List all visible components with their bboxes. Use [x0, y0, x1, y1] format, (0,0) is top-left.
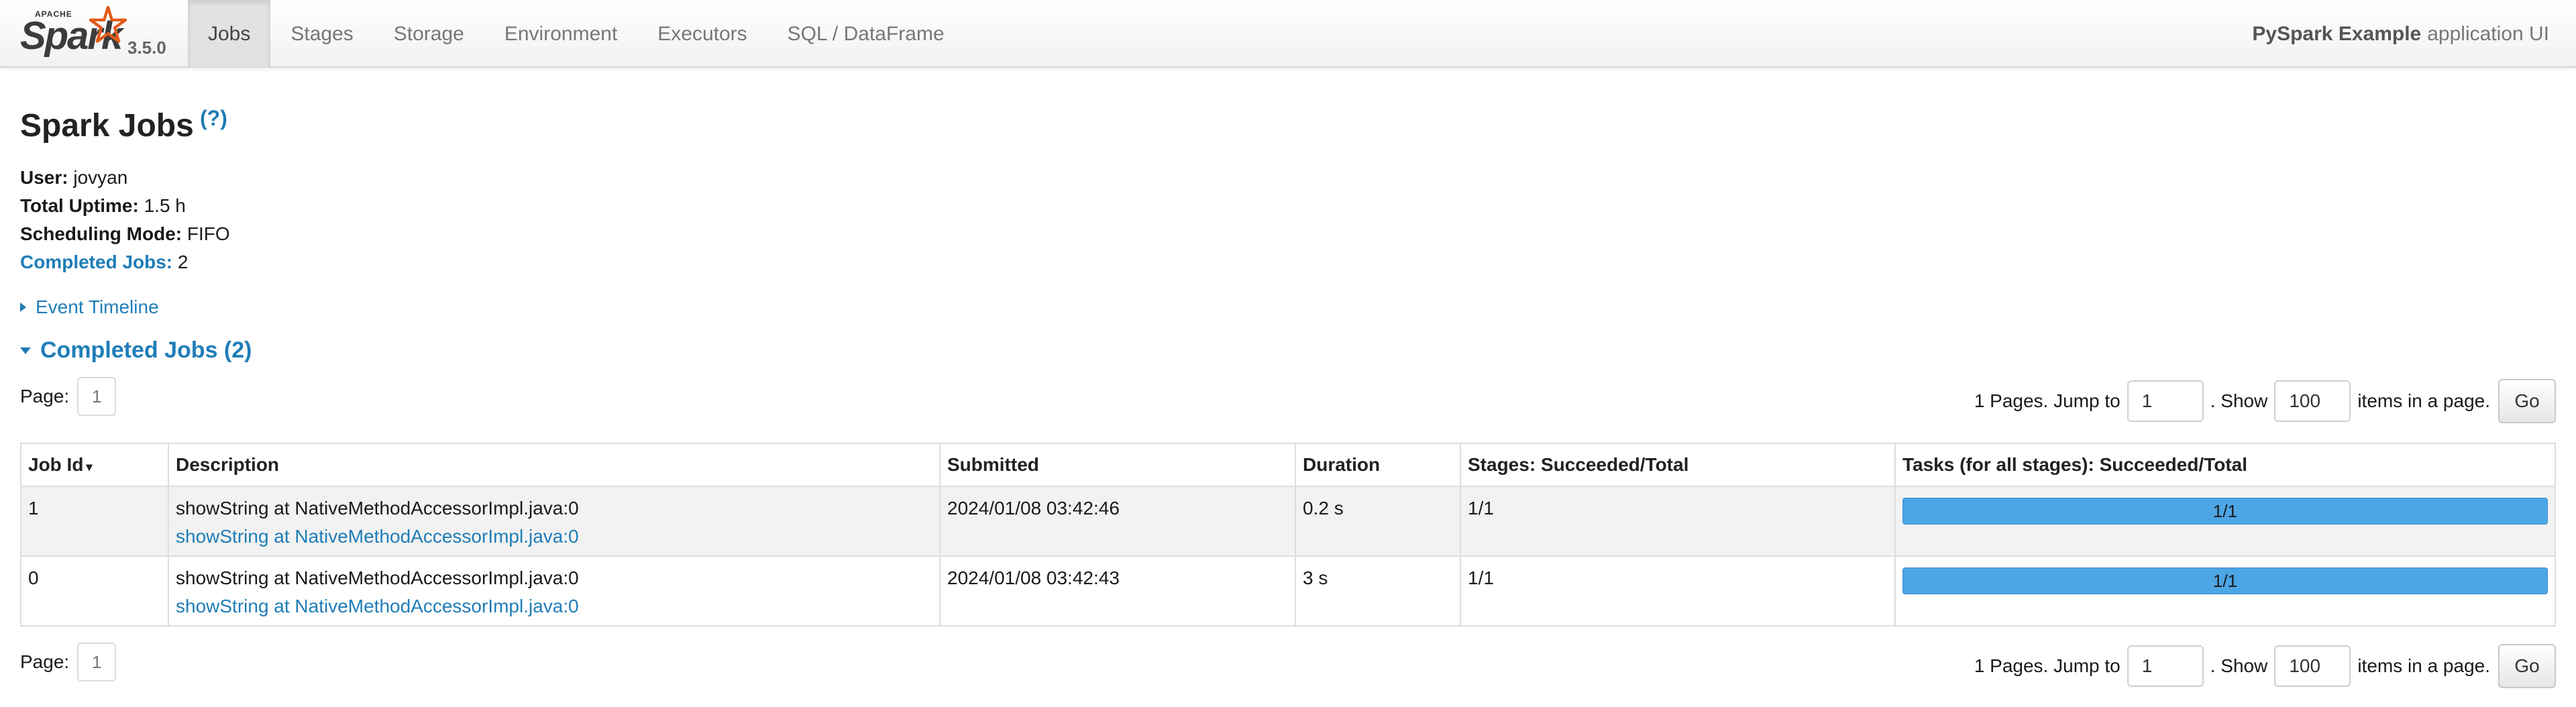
table-row: 0 showString at NativeMethodAccessorImpl… [20, 555, 2556, 627]
duration-cell: 0.2 s [1295, 486, 1461, 557]
scheduling-mode-value: FIFO [186, 223, 230, 244]
page-size-input[interactable]: 100 [2274, 645, 2351, 687]
tab-environment[interactable]: Environment [484, 0, 637, 68]
submitted-cell: 2024/01/08 03:42:43 [939, 555, 1296, 627]
tab-sql-dataframe[interactable]: SQL / DataFrame [767, 0, 965, 68]
page-number-button[interactable]: 1 [77, 377, 117, 416]
application-title: PySpark Example application UI [2252, 0, 2549, 68]
jobs-summary: User: jovyan Total Uptime: 1.5 h Schedul… [20, 164, 230, 276]
jump-to-page-input[interactable]: 1 [2127, 380, 2204, 422]
page-jump-top: 1 Pages. Jump to 1 . Show 100 items in a… [1974, 379, 2556, 423]
tab-executors[interactable]: Executors [637, 0, 767, 68]
column-tasks[interactable]: Tasks (for all stages): Succeeded/Total [1894, 443, 2556, 487]
job-id-header-label: Job Id [28, 454, 84, 475]
spark-star-icon [89, 5, 127, 43]
summary-uptime: Total Uptime: 1.5 h [20, 192, 230, 220]
page-number-button[interactable]: 1 [77, 643, 117, 682]
pages-jump-text: 1 Pages. Jump to [1974, 655, 2121, 676]
main-nav: Jobs Stages Storage Environment Executor… [188, 0, 965, 68]
uptime-label: Total Uptime: [20, 195, 139, 216]
duration-cell: 3 s [1295, 555, 1461, 627]
column-duration[interactable]: Duration [1295, 443, 1461, 487]
expand-arrow-icon [20, 303, 26, 312]
column-job-id[interactable]: Job Id ▾ [20, 443, 169, 487]
tab-jobs[interactable]: Jobs [188, 0, 271, 68]
page-title: Spark Jobs [20, 108, 194, 144]
table-header-row: Job Id ▾ Description Submitted Duration S… [20, 443, 2556, 487]
uptime-value: 1.5 h [144, 195, 186, 216]
job-id-cell: 0 [20, 555, 169, 627]
collapse-arrow-icon [20, 347, 31, 354]
column-description[interactable]: Description [168, 443, 941, 487]
summary-user: User: jovyan [20, 164, 230, 192]
show-text: . Show [2210, 655, 2268, 676]
summary-scheduling-mode: Scheduling Mode: FIFO [20, 220, 230, 248]
completed-jobs-table: Job Id ▾ Description Submitted Duration S… [20, 443, 2556, 627]
submitted-cell: 2024/01/08 03:42:46 [939, 486, 1296, 557]
description-text: showString at NativeMethodAccessorImpl.j… [176, 498, 579, 519]
spark-logo-mark: APACHE Spark [19, 3, 127, 63]
application-name: PySpark Example [2252, 22, 2422, 45]
summary-completed-jobs: Completed Jobs: 2 [20, 248, 230, 276]
tasks-cell: 1/1 [1894, 555, 2556, 627]
page-size-input[interactable]: 100 [2274, 380, 2351, 422]
completed-jobs-link[interactable]: Completed Jobs: [20, 252, 172, 272]
tasks-cell: 1/1 [1894, 486, 2556, 557]
stages-cell: 1/1 [1460, 555, 1896, 627]
scheduling-mode-label: Scheduling Mode: [20, 223, 182, 244]
stages-cell: 1/1 [1460, 486, 1896, 557]
page-label: Page: [20, 386, 70, 406]
items-in-page-text: items in a page. [2357, 655, 2490, 676]
jump-to-page-input[interactable]: 1 [2127, 645, 2204, 687]
help-link[interactable]: (?) [200, 106, 227, 131]
description-cell: showString at NativeMethodAccessorImpl.j… [168, 555, 941, 627]
description-text: showString at NativeMethodAccessorImpl.j… [176, 567, 579, 588]
description-link[interactable]: showString at NativeMethodAccessorImpl.j… [176, 526, 932, 547]
pages-jump-text: 1 Pages. Jump to [1974, 390, 2121, 411]
completed-jobs-section-title: Completed Jobs (2) [40, 337, 252, 363]
task-progress-label: 1/1 [2212, 570, 2238, 591]
description-cell: showString at NativeMethodAccessorImpl.j… [168, 486, 941, 557]
task-progress-bar: 1/1 [1902, 567, 2548, 594]
job-id-cell: 1 [20, 486, 169, 557]
tab-stages[interactable]: Stages [270, 0, 373, 68]
event-timeline-toggle[interactable]: Event Timeline [20, 296, 159, 318]
description-link[interactable]: showString at NativeMethodAccessorImpl.j… [176, 596, 932, 617]
items-in-page-text: items in a page. [2357, 390, 2490, 411]
go-button[interactable]: Go [2498, 644, 2556, 688]
spark-logo[interactable]: APACHE Spark 3.5.0 [19, 3, 180, 63]
user-label: User: [20, 167, 68, 188]
spark-version: 3.5.0 [127, 38, 166, 58]
event-timeline-label: Event Timeline [36, 296, 159, 317]
top-navbar: APACHE Spark 3.5.0 Jobs Stages Storage E… [0, 0, 2576, 68]
page-label: Page: [20, 651, 70, 672]
user-value: jovyan [73, 167, 128, 188]
show-text: . Show [2210, 390, 2268, 411]
task-progress-label: 1/1 [2212, 500, 2238, 521]
task-progress-bar: 1/1 [1902, 498, 2548, 525]
page-jump-bottom: 1 Pages. Jump to 1 . Show 100 items in a… [1974, 644, 2556, 688]
completed-jobs-count: 2 [177, 252, 189, 272]
page-nav-top: Page: 1 [20, 377, 117, 416]
application-suffix: application UI [2427, 22, 2549, 45]
table-row: 1 showString at NativeMethodAccessorImpl… [20, 486, 2556, 557]
sort-desc-icon: ▾ [86, 460, 93, 474]
tab-storage[interactable]: Storage [374, 0, 484, 68]
page-nav-bottom: Page: 1 [20, 643, 117, 682]
completed-jobs-section-toggle[interactable]: Completed Jobs (2) [20, 337, 252, 364]
go-button[interactable]: Go [2498, 379, 2556, 423]
column-submitted[interactable]: Submitted [939, 443, 1296, 487]
column-stages[interactable]: Stages: Succeeded/Total [1460, 443, 1896, 487]
